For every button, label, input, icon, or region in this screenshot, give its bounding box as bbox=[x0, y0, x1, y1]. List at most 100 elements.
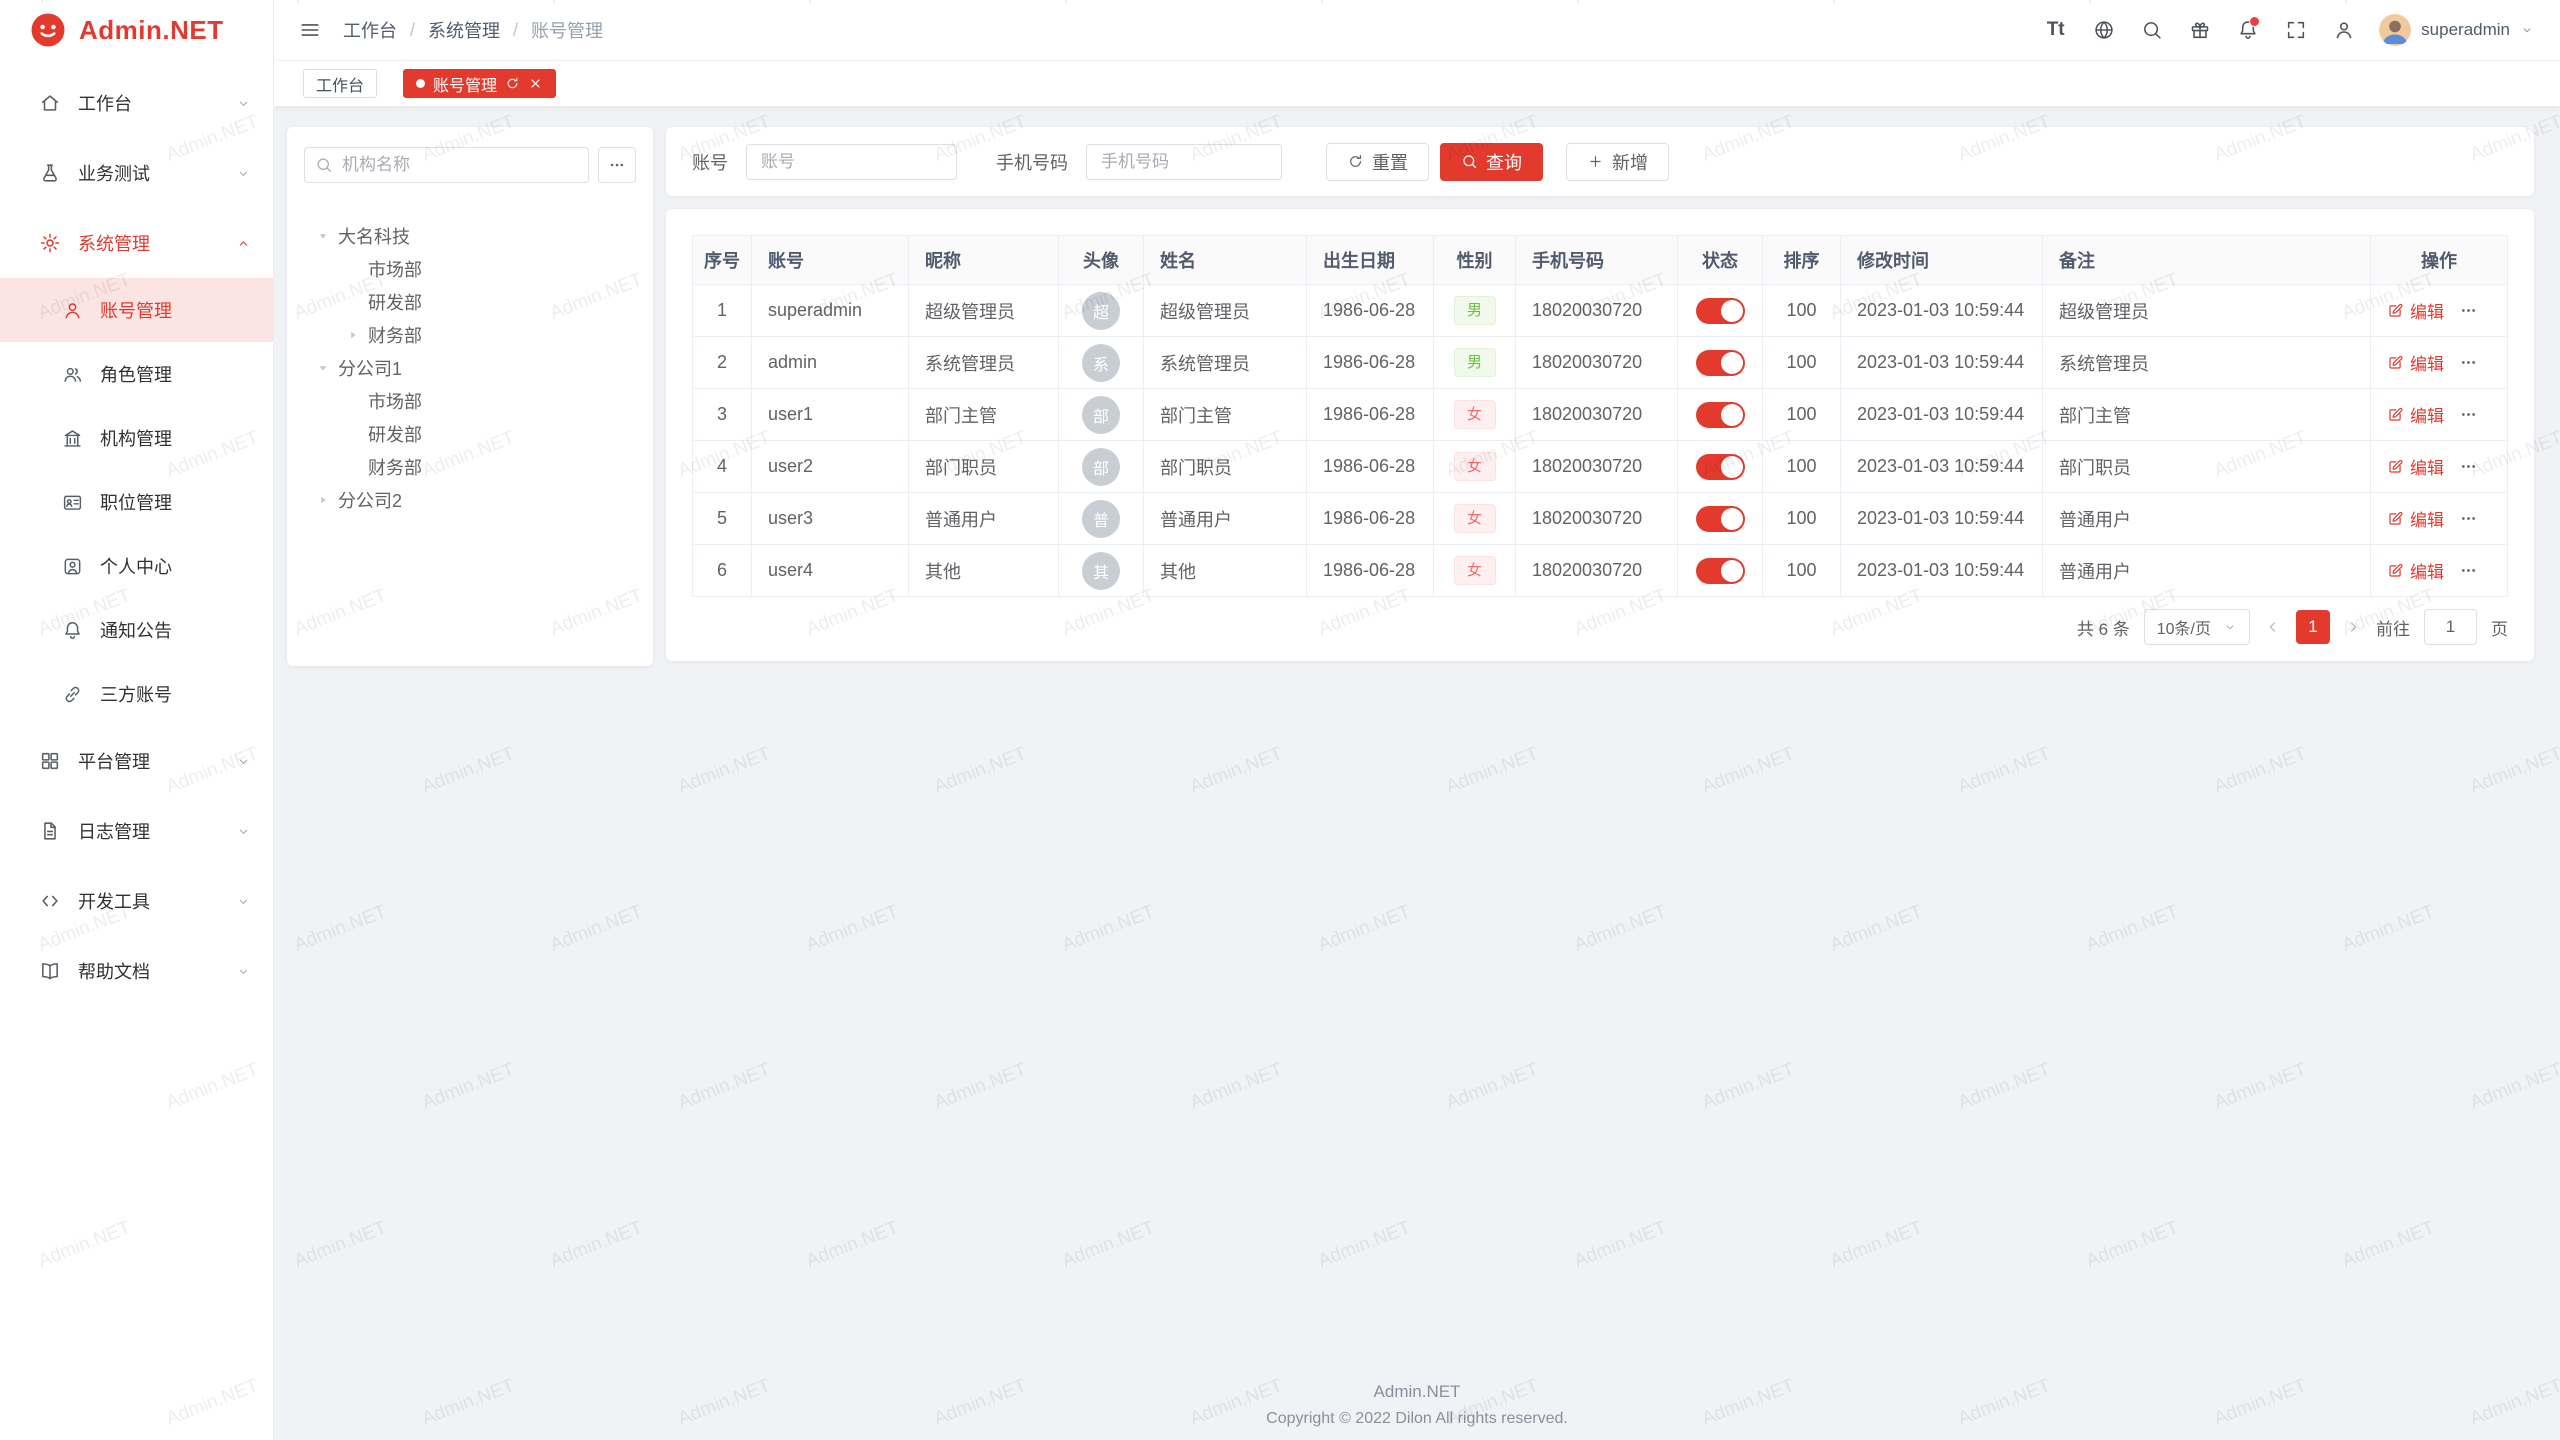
tab-account-manage[interactable]: 账号管理 bbox=[403, 69, 556, 98]
toggle-knob bbox=[1721, 300, 1743, 322]
tree-node[interactable]: 大名科技 bbox=[304, 219, 636, 252]
row-more-button[interactable] bbox=[2459, 405, 2478, 424]
goto-label: 前往 bbox=[2376, 615, 2410, 640]
sidebar-item-label: 机构管理 bbox=[100, 425, 172, 451]
fullscreen-button[interactable] bbox=[2282, 16, 2309, 44]
sidebar-item-third-party-account[interactable]: 三方账号 bbox=[0, 662, 273, 726]
bell-button[interactable] bbox=[2234, 16, 2261, 44]
cell-account: admin bbox=[752, 337, 909, 389]
sidebar-item-account-manage[interactable]: 账号管理 bbox=[0, 278, 273, 342]
gift-button[interactable] bbox=[2186, 16, 2213, 44]
sidebar-item-platform-manage[interactable]: 平台管理 bbox=[0, 726, 273, 796]
row-more-button[interactable] bbox=[2459, 509, 2478, 528]
tree-node[interactable]: 财务部 bbox=[304, 450, 636, 483]
chevron-up-icon bbox=[236, 236, 251, 251]
status-toggle[interactable] bbox=[1696, 558, 1745, 584]
edit-button[interactable]: 编辑 bbox=[2387, 454, 2444, 479]
page-size-select[interactable]: 10条/页 bbox=[2144, 609, 2250, 645]
breadcrumb-item[interactable]: 工作台 bbox=[343, 17, 397, 43]
avatar: 部 bbox=[1082, 448, 1120, 486]
search-button[interactable]: 查询 bbox=[1440, 143, 1543, 181]
column-header: 序号 bbox=[693, 236, 752, 285]
sidebar-item-log-manage[interactable]: 日志管理 bbox=[0, 796, 273, 866]
cell-phone: 18020030720 bbox=[1516, 337, 1678, 389]
sidebar-item-position-manage[interactable]: 职位管理 bbox=[0, 470, 273, 534]
row-more-button[interactable] bbox=[2459, 301, 2478, 320]
reset-button[interactable]: 重置 bbox=[1326, 143, 1429, 181]
prev-page-button[interactable] bbox=[2264, 618, 2282, 636]
globe-button[interactable] bbox=[2090, 16, 2117, 44]
tab-close-button[interactable] bbox=[528, 76, 543, 91]
breadcrumb-item[interactable]: 系统管理 bbox=[428, 17, 500, 43]
sidebar-item-help-docs[interactable]: 帮助文档 bbox=[0, 936, 273, 1006]
add-button[interactable]: 新增 bbox=[1566, 143, 1669, 181]
table-row: 2 admin 系统管理员 系 系统管理员 1986-06-28 男 18020… bbox=[693, 337, 2508, 389]
tab-refresh-button[interactable] bbox=[505, 76, 520, 91]
status-toggle[interactable] bbox=[1696, 298, 1745, 324]
sidebar-item-business-test[interactable]: 业务测试 bbox=[0, 138, 273, 208]
next-page-button[interactable] bbox=[2344, 618, 2362, 636]
phone-input[interactable] bbox=[1086, 144, 1282, 180]
status-toggle[interactable] bbox=[1696, 454, 1745, 480]
footer: Admin.NET Copyright © 2022 Dilon All rig… bbox=[274, 1382, 2560, 1428]
sidebar-item-system-manage[interactable]: 系统管理 bbox=[0, 208, 273, 278]
avatar: 其 bbox=[1082, 552, 1120, 590]
tree-node[interactable]: 研发部 bbox=[304, 285, 636, 318]
caret-right-icon bbox=[316, 229, 330, 243]
tree-caret-icon[interactable] bbox=[316, 493, 338, 507]
edit-button[interactable]: 编辑 bbox=[2387, 558, 2444, 583]
tree-more-button[interactable] bbox=[598, 147, 636, 183]
tree-caret-icon[interactable] bbox=[316, 229, 338, 243]
edit-button[interactable]: 编辑 bbox=[2387, 506, 2444, 531]
sidebar-item-workbench[interactable]: 工作台 bbox=[0, 68, 273, 138]
goto-page-input[interactable] bbox=[2424, 609, 2477, 645]
tree-node[interactable]: 市场部 bbox=[304, 384, 636, 417]
table-row: 1 superadmin 超级管理员 超 超级管理员 1986-06-28 男 … bbox=[693, 285, 2508, 337]
sidebar-item-role-manage[interactable]: 角色管理 bbox=[0, 342, 273, 406]
edit-button[interactable]: 编辑 bbox=[2387, 402, 2444, 427]
caret-right-icon bbox=[316, 361, 330, 375]
account-input[interactable] bbox=[746, 144, 957, 180]
cell-phone: 18020030720 bbox=[1516, 545, 1678, 597]
tree-node[interactable]: 市场部 bbox=[304, 252, 636, 285]
cell-birthdate: 1986-06-28 bbox=[1307, 337, 1434, 389]
sidebar-item-personal-center[interactable]: 个人中心 bbox=[0, 534, 273, 598]
user-button[interactable] bbox=[2330, 16, 2357, 44]
row-more-button[interactable] bbox=[2459, 353, 2478, 372]
tab-workbench[interactable]: 工作台 bbox=[303, 69, 377, 98]
status-toggle[interactable] bbox=[1696, 402, 1745, 428]
org-search-input[interactable] bbox=[304, 147, 589, 183]
tree-node[interactable]: 财务部 bbox=[304, 318, 636, 351]
footer-copyright: Copyright © 2022 Dilon All rights reserv… bbox=[274, 1410, 2560, 1428]
sidebar-toggle-button[interactable] bbox=[296, 16, 323, 44]
tree-caret-icon[interactable] bbox=[346, 328, 368, 342]
tree-caret-icon[interactable] bbox=[316, 361, 338, 375]
sidebar-item-label: 角色管理 bbox=[100, 361, 172, 387]
breadcrumb-item[interactable]: 账号管理 bbox=[531, 17, 603, 43]
edit-button[interactable]: 编辑 bbox=[2387, 350, 2444, 375]
cell-name: 系统管理员 bbox=[1144, 337, 1307, 389]
row-more-button[interactable] bbox=[2459, 457, 2478, 476]
sidebar-item-org-manage[interactable]: 机构管理 bbox=[0, 406, 273, 470]
status-toggle[interactable] bbox=[1696, 350, 1745, 376]
search-button[interactable] bbox=[2138, 16, 2165, 44]
tree-node[interactable]: 研发部 bbox=[304, 417, 636, 450]
cell-seq: 1 bbox=[693, 285, 752, 337]
logo[interactable]: Admin.NET bbox=[0, 0, 273, 60]
more-icon bbox=[608, 156, 626, 174]
row-more-button[interactable] bbox=[2459, 561, 2478, 580]
font-size-button[interactable]: Tt bbox=[2042, 16, 2069, 44]
add-button-icon bbox=[1587, 153, 1604, 170]
page-1-button[interactable]: 1 bbox=[2296, 610, 2330, 644]
user-menu[interactable]: superadmin bbox=[2379, 14, 2534, 46]
bank-icon bbox=[62, 428, 83, 449]
status-toggle[interactable] bbox=[1696, 506, 1745, 532]
tree-node[interactable]: 分公司1 bbox=[304, 351, 636, 384]
cell-remark: 超级管理员 bbox=[2043, 285, 2371, 337]
accounts-table: 序号账号昵称头像姓名出生日期性别手机号码状态排序修改时间备注操作 1 super… bbox=[692, 235, 2508, 597]
sidebar-item-notice[interactable]: 通知公告 bbox=[0, 598, 273, 662]
edit-button[interactable]: 编辑 bbox=[2387, 298, 2444, 323]
tree-node[interactable]: 分公司2 bbox=[304, 483, 636, 516]
sidebar-item-dev-tools[interactable]: 开发工具 bbox=[0, 866, 273, 936]
tree-node-label: 财务部 bbox=[368, 322, 422, 348]
